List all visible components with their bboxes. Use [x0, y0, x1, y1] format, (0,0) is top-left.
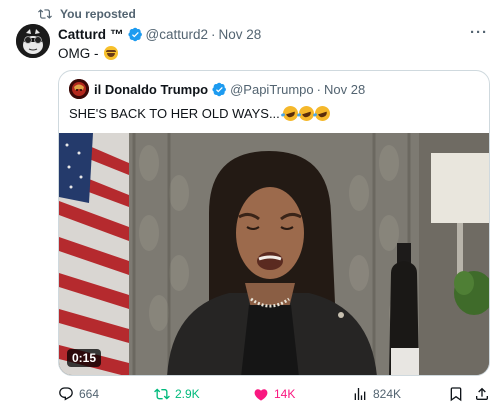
views-icon — [354, 388, 366, 400]
tweet-text: OMG - — [58, 44, 118, 62]
like-button[interactable]: 14K — [253, 382, 295, 406]
repost-banner-text: You reposted — [60, 7, 136, 21]
tweet-text-content: OMG - — [58, 45, 99, 61]
author-badge-text: ™ — [110, 26, 124, 42]
crying-laughing-emoji-icon — [103, 46, 118, 60]
share-button[interactable] — [474, 382, 490, 406]
repost-count: 2.9K — [175, 387, 200, 401]
author-avatar[interactable] — [16, 24, 50, 58]
quoted-text: SHE'S BACK TO HER OLD WAYS... — [69, 103, 332, 123]
like-count: 14K — [274, 387, 296, 401]
bookmark-icon — [450, 387, 462, 402]
quoted-author-name[interactable]: il Donaldo Trumpo — [94, 82, 208, 97]
heart-icon — [254, 389, 268, 401]
retweet-icon — [154, 388, 170, 400]
reply-button[interactable]: 664 — [58, 382, 99, 406]
rolling-laughing-emoji-icon — [312, 103, 332, 123]
quoted-text-content: SHE'S BACK TO HER OLD WAYS... — [69, 105, 280, 121]
reply-count: 664 — [79, 387, 100, 401]
separator: · — [210, 26, 216, 42]
more-icon[interactable]: ··· — [468, 23, 490, 41]
repost-banner[interactable]: You reposted — [38, 6, 136, 22]
tweet-header: Catturd ™ @catturd2 · Nov 28 — [58, 25, 470, 43]
repost-button[interactable]: 2.9K — [154, 382, 200, 406]
separator: · — [316, 81, 321, 97]
bookmark-button[interactable] — [448, 382, 464, 406]
reply-icon — [59, 387, 73, 401]
repost-icon — [38, 9, 52, 19]
views-button[interactable]: 824K — [352, 382, 401, 406]
share-icon — [476, 387, 488, 400]
quoted-date[interactable]: Nov 28 — [324, 82, 365, 97]
quoted-header: il Donaldo Trumpo @PapiTrumpo · Nov 28 — [69, 79, 479, 99]
view-count: 824K — [373, 387, 402, 401]
author-name[interactable]: Catturd — [58, 27, 106, 42]
quoted-avatar — [69, 79, 89, 99]
action-bar: 664 2.9K 14K 824K — [58, 382, 490, 406]
tweet-date[interactable]: Nov 28 — [218, 27, 261, 42]
quoted-author-handle[interactable]: @PapiTrumpo — [230, 82, 314, 97]
video-thumbnail — [59, 133, 489, 375]
verified-icon — [127, 27, 142, 41]
video-duration: 0:15 — [67, 349, 102, 367]
video-player[interactable]: 0:15 — [59, 133, 489, 375]
quoted-tweet[interactable]: il Donaldo Trumpo @PapiTrumpo · Nov 28 S… — [58, 70, 490, 376]
author-handle[interactable]: @catturd2 — [146, 27, 208, 42]
verified-icon — [212, 82, 227, 96]
